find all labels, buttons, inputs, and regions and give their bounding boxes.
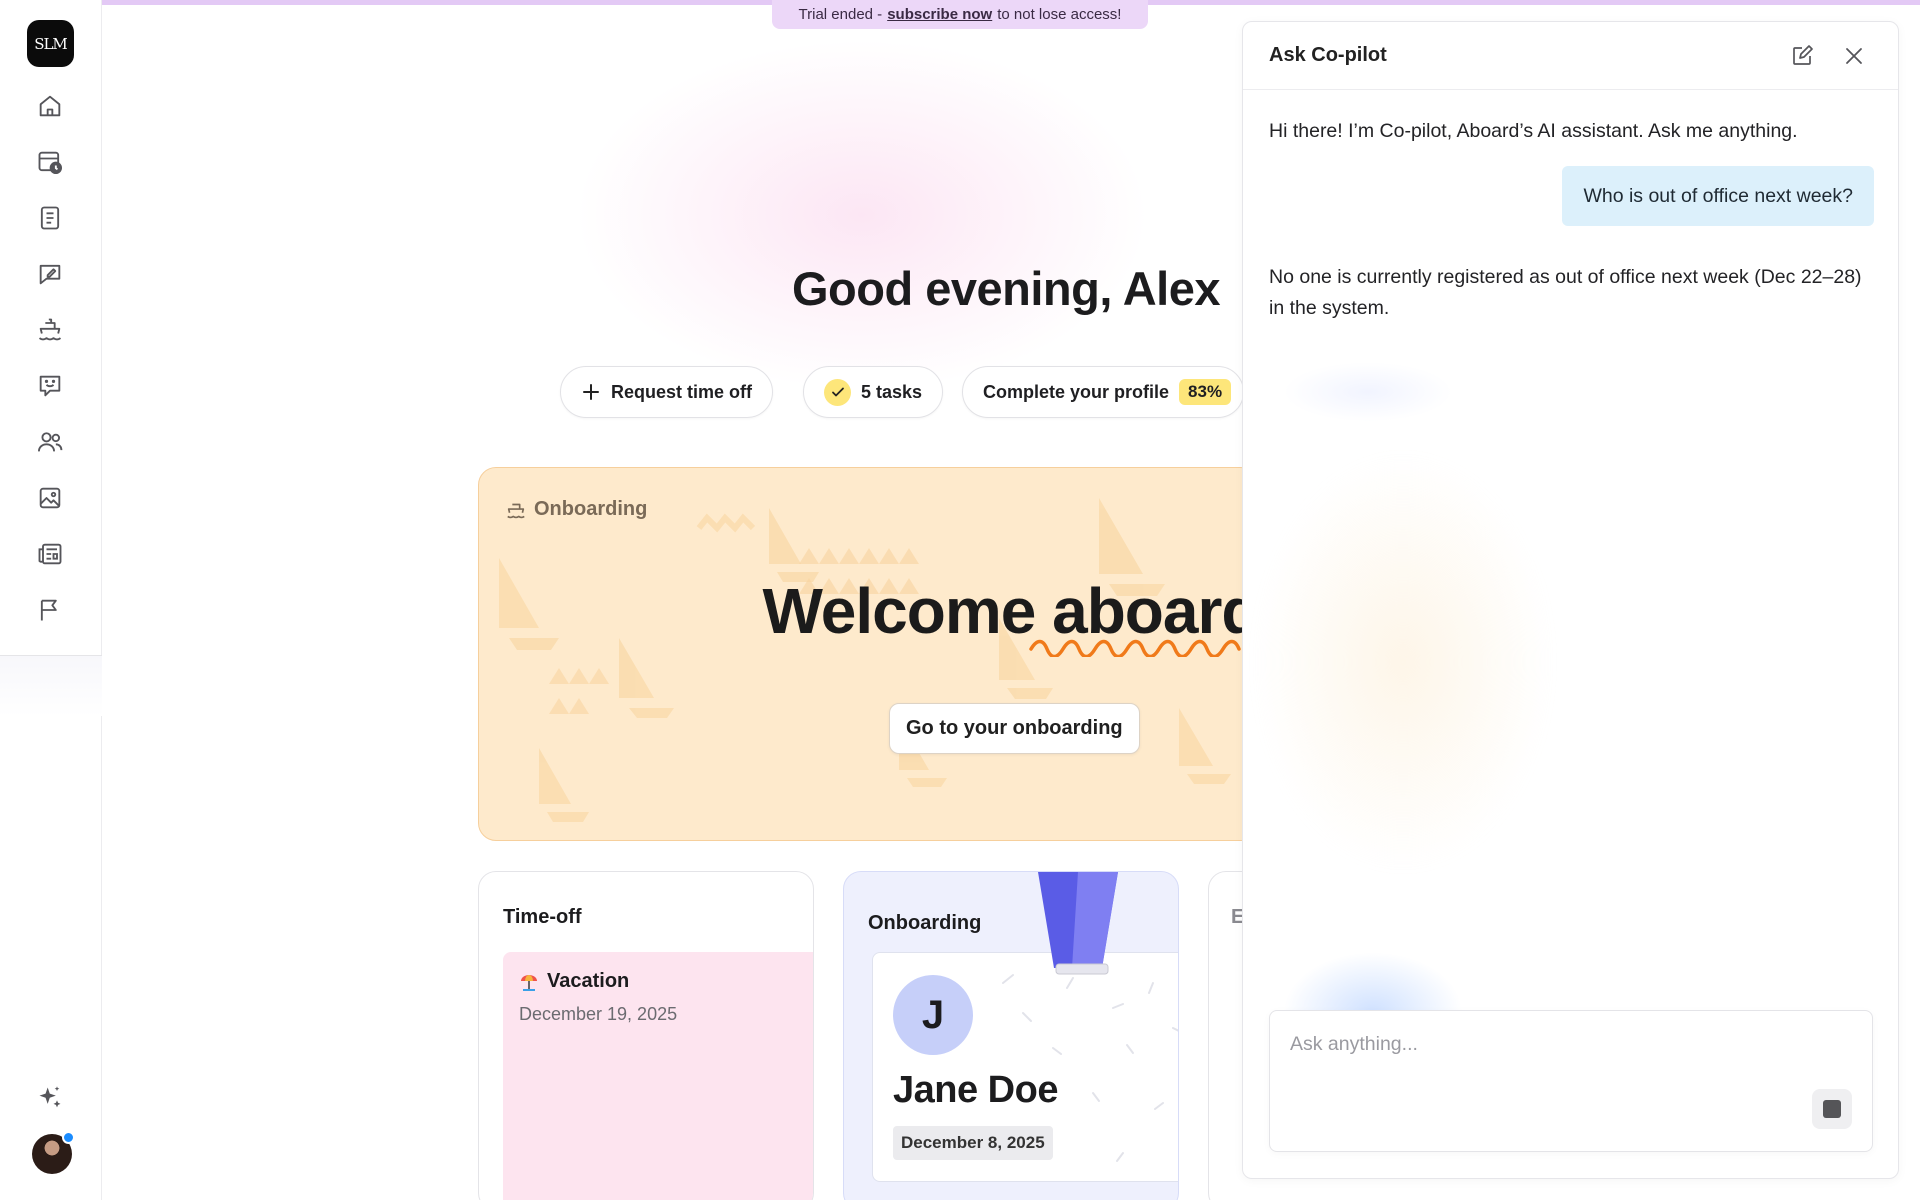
background-blur xyxy=(1283,362,1453,422)
newspaper-icon xyxy=(38,543,62,565)
sidebar-item-chat[interactable] xyxy=(32,368,68,404)
logo-text: SLM xyxy=(34,34,68,53)
main-content: Good evening, Alex Request time off 5 ta… xyxy=(102,5,1242,1200)
notification-dot xyxy=(62,1131,75,1144)
plus-icon xyxy=(583,384,599,400)
copilot-answer-message: No one is currently registered as out of… xyxy=(1269,266,1862,319)
document-list-icon xyxy=(40,206,60,230)
edit-bubble-icon xyxy=(39,264,61,285)
copilot-panel: Ask Co-pilot Hi there! I’m Co-pilot, Abo… xyxy=(1242,21,1899,1179)
badge-card: J Jane Doe December 8, 2025 xyxy=(872,952,1178,1182)
page-title: Good evening, Alex xyxy=(792,262,1221,315)
vacation-title: Vacation xyxy=(519,970,629,993)
new-chat-button[interactable] xyxy=(1787,41,1817,71)
beach-umbrella-icon xyxy=(521,974,537,991)
sidebar-item-home[interactable] xyxy=(32,88,68,124)
timeoff-card-title: Time-off xyxy=(503,906,582,928)
request-time-off-label: Request time off xyxy=(611,381,753,402)
complete-profile-button[interactable]: Complete your profile 83% xyxy=(962,366,1242,418)
close-icon xyxy=(1846,48,1862,64)
sidebar-item-calendar[interactable] xyxy=(32,144,68,180)
sidebar-item-media[interactable] xyxy=(32,480,68,516)
vacation-date: December 19, 2025 xyxy=(519,1004,678,1024)
complete-profile-label: Complete your profile xyxy=(983,381,1170,402)
badge-date: December 8, 2025 xyxy=(893,1126,1053,1160)
hero-label: Onboarding xyxy=(505,498,647,521)
sidebar-divider-fade xyxy=(0,656,102,716)
vacation-title-text: Vacation xyxy=(547,970,630,992)
third-card[interactable]: E xyxy=(1208,871,1242,1200)
edit-icon xyxy=(1793,45,1813,65)
ship-icon xyxy=(507,503,525,518)
profile-percent-badge: 83% xyxy=(1179,379,1232,405)
onboarding-card-title: Onboarding xyxy=(868,912,982,934)
tasks-label: 5 tasks xyxy=(861,381,923,402)
sidebar-item-feedback[interactable] xyxy=(32,256,68,292)
close-panel-button[interactable] xyxy=(1839,41,1869,71)
copilot-greeting-message: Hi there! I’m Co-pilot, Aboard’s AI assi… xyxy=(1269,120,1798,142)
sidebar: SLM xyxy=(0,0,102,1200)
vacation-item[interactable]: Vacation December 19, 2025 xyxy=(503,952,813,1200)
badge-name: Jane Doe xyxy=(893,1069,1058,1111)
workspace-logo[interactable]: SLM xyxy=(27,20,74,67)
background-blur xyxy=(1253,452,1553,872)
flag-icon xyxy=(40,599,57,621)
hero-label-text: Onboarding xyxy=(534,498,648,520)
timeoff-card[interactable]: Time-off Vacation December 19, 2025 xyxy=(478,871,814,1200)
request-time-off-button[interactable]: Request time off xyxy=(560,366,774,418)
ship-icon xyxy=(38,318,62,341)
background-glow xyxy=(552,25,1172,405)
smile-bubble-icon xyxy=(39,375,61,397)
copilot-input-placeholder: Ask anything... xyxy=(1290,1033,1418,1055)
tasks-button[interactable]: 5 tasks xyxy=(803,366,944,418)
stop-icon xyxy=(1823,1100,1841,1118)
copilot-input[interactable]: Ask anything... xyxy=(1269,1010,1873,1152)
home-icon xyxy=(39,95,61,117)
copilot-header: Ask Co-pilot xyxy=(1243,22,1898,90)
check-icon xyxy=(824,378,851,406)
sidebar-item-news[interactable] xyxy=(32,536,68,572)
onboarding-card[interactable]: Onboarding J Jane Doe December 8, 2025 xyxy=(843,871,1179,1200)
calendar-clock-icon xyxy=(38,151,63,175)
sidebar-item-people[interactable] xyxy=(32,424,68,460)
sidebar-item-reports[interactable] xyxy=(32,592,68,628)
copilot-title: Ask Co-pilot xyxy=(1269,44,1387,66)
badge-initial: J xyxy=(893,975,973,1055)
stop-generation-button[interactable] xyxy=(1812,1089,1852,1129)
user-message: Who is out of office next week? xyxy=(1562,166,1874,226)
image-icon xyxy=(39,487,61,509)
sidebar-item-onboarding[interactable] xyxy=(32,312,68,348)
third-card-title: E xyxy=(1231,906,1242,929)
people-icon xyxy=(37,432,63,452)
go-to-onboarding-button[interactable]: Go to your onboarding xyxy=(889,703,1140,754)
copilot-toggle-button[interactable] xyxy=(32,1080,68,1116)
lanyard-strap xyxy=(1038,872,1118,975)
sidebar-item-documents[interactable] xyxy=(32,200,68,236)
squiggle-underline xyxy=(1029,639,1241,657)
onboarding-hero: Onboarding Welcome aboard Go to your onb… xyxy=(478,467,1242,841)
sparkle-icon xyxy=(39,1086,61,1108)
